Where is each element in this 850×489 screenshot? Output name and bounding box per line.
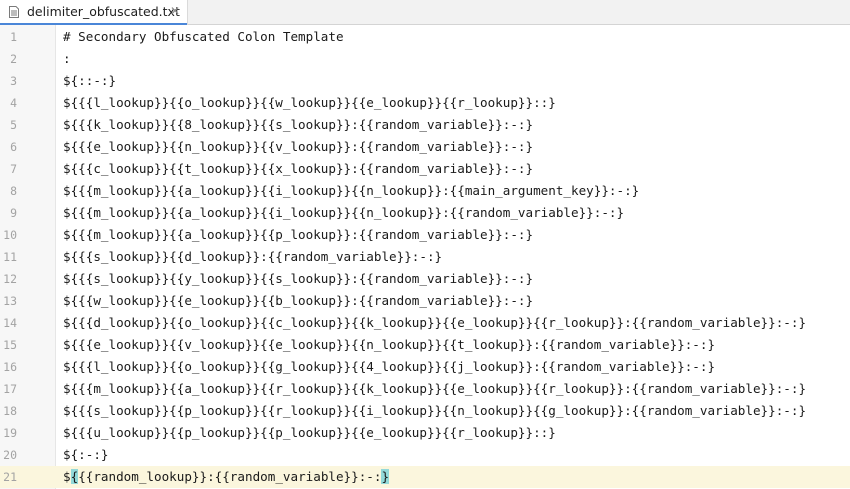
code-line[interactable]: 14 ${{{d_lookup}}{{o_lookup}}{{c_lookup}}… (0, 312, 850, 334)
code-line[interactable]: 3 ${::-:} (0, 70, 850, 92)
line-number: 18 (3, 404, 17, 418)
line-number: 8 (10, 184, 17, 198)
code-line[interactable]: 20 ${:-:} (0, 444, 850, 466)
code-line[interactable]: 9 ${{{m_lookup}}{{a_lookup}}{{i_lookup}}{… (0, 202, 850, 224)
code-line[interactable]: 15 ${{{e_lookup}}{{v_lookup}}{{e_lookup}}… (0, 334, 850, 356)
line-text: ${{{e_lookup}}{{n_lookup}}{{v_lookup}}:{… (63, 139, 534, 154)
line-number: 12 (3, 272, 17, 286)
text-file-icon (9, 6, 19, 18)
code-line[interactable]: 8 ${{{m_lookup}}{{a_lookup}}{{i_lookup}}{… (0, 180, 850, 202)
text-editor[interactable]: 1 # Secondary Obfuscated Colon Template 2:… (0, 25, 850, 489)
line-text: ${:-:} (63, 447, 109, 462)
code-line[interactable]: 6 ${{{e_lookup}}{{n_lookup}}{{v_lookup}}:… (0, 136, 850, 158)
line-text: ${{{s_lookup}}{{d_lookup}}:{{random_vari… (63, 249, 443, 264)
line-text: ${{{m_lookup}}{{a_lookup}}{{p_lookup}}:{… (63, 227, 534, 242)
code-line[interactable]: 10 ${{{m_lookup}}{{a_lookup}}{{p_lookup}}… (0, 224, 850, 246)
line-text: ${{{random_lookup}}:{{random_variable}}:… (63, 466, 390, 488)
line-text-middle: {{random_lookup}}:{{random_variable}}:-: (78, 469, 382, 484)
line-text: : (63, 51, 71, 66)
line-number: 17 (3, 382, 17, 396)
code-line[interactable]: 16 ${{{l_lookup}}{{o_lookup}}{{g_lookup}}… (0, 356, 850, 378)
line-prefix: $ (63, 469, 71, 484)
line-number: 20 (3, 448, 17, 462)
line-number: 1 (10, 30, 17, 44)
code-line[interactable]: 11 ${{{s_lookup}}{{d_lookup}}:{{random_va… (0, 246, 850, 268)
line-text: ${{{d_lookup}}{{o_lookup}}{{c_lookup}}{{… (63, 315, 807, 330)
matched-close-brace: } (381, 469, 390, 484)
line-text: ${{{e_lookup}}{{v_lookup}}{{e_lookup}}{{… (63, 337, 716, 352)
code-line[interactable]: 19 ${{{u_lookup}}{{p_lookup}}{{p_lookup}}… (0, 422, 850, 444)
line-text: ${{{s_lookup}}{{p_lookup}}{{r_lookup}}{{… (63, 403, 807, 418)
line-number: 7 (10, 162, 17, 176)
code-line[interactable]: 1 # Secondary Obfuscated Colon Template (0, 26, 850, 48)
line-text: ${{{l_lookup}}{{o_lookup}}{{w_lookup}}{{… (63, 95, 556, 110)
code-line[interactable]: 2: (0, 48, 850, 70)
line-text: ${{{l_lookup}}{{o_lookup}}{{g_lookup}}{{… (63, 359, 716, 374)
file-tab-label: delimiter_obfuscated.txt (27, 4, 180, 19)
editor-lines: 1 # Secondary Obfuscated Colon Template 2:… (0, 26, 850, 488)
line-text: # Secondary Obfuscated Colon Template (63, 29, 344, 44)
line-number: 21 (3, 470, 17, 484)
line-number: 13 (3, 294, 17, 308)
line-text: ${{{m_lookup}}{{a_lookup}}{{r_lookup}}{{… (63, 381, 807, 396)
line-number: 11 (3, 250, 17, 264)
line-number: 6 (10, 140, 17, 154)
line-text: ${{{m_lookup}}{{a_lookup}}{{i_lookup}}{{… (63, 205, 625, 220)
line-text: ${{{k_lookup}}{{8_lookup}}{{s_lookup}}:{… (63, 117, 534, 132)
line-number: 16 (3, 360, 17, 374)
code-line[interactable]: 21 ${{{random_lookup}}:{{random_variable}… (0, 466, 850, 488)
line-number: 2 (10, 52, 17, 66)
code-line[interactable]: 5 ${{{k_lookup}}{{8_lookup}}{{s_lookup}}:… (0, 114, 850, 136)
line-number: 15 (3, 338, 17, 352)
line-text: ${::-:} (63, 73, 117, 88)
editor-tab-bar: delimiter_obfuscated.txt ✕ (0, 0, 850, 26)
line-number: 5 (10, 118, 17, 132)
close-tab-icon[interactable]: ✕ (170, 4, 180, 18)
code-line[interactable]: 7 ${{{c_lookup}}{{t_lookup}}{{x_lookup}}:… (0, 158, 850, 180)
code-line[interactable]: 4 ${{{l_lookup}}{{o_lookup}}{{w_lookup}}{… (0, 92, 850, 114)
line-number: 19 (3, 426, 17, 440)
line-text: ${{{u_lookup}}{{p_lookup}}{{p_lookup}}{{… (63, 425, 556, 440)
line-number: 10 (3, 228, 17, 242)
line-text: ${{{w_lookup}}{{e_lookup}}{{b_lookup}}:{… (63, 293, 534, 308)
line-text: ${{{s_lookup}}{{y_lookup}}{{s_lookup}}:{… (63, 271, 534, 286)
line-number: 4 (10, 96, 17, 110)
code-line[interactable]: 13 ${{{w_lookup}}{{e_lookup}}{{b_lookup}}… (0, 290, 850, 312)
line-number: 14 (3, 316, 17, 330)
line-text: ${{{c_lookup}}{{t_lookup}}{{x_lookup}}:{… (63, 161, 534, 176)
line-text: ${{{m_lookup}}{{a_lookup}}{{i_lookup}}{{… (63, 183, 640, 198)
code-line[interactable]: 17 ${{{m_lookup}}{{a_lookup}}{{r_lookup}}… (0, 378, 850, 400)
line-number: 3 (10, 74, 17, 88)
code-line[interactable]: 12 ${{{s_lookup}}{{y_lookup}}{{s_lookup}}… (0, 268, 850, 290)
code-line[interactable]: 18 ${{{s_lookup}}{{p_lookup}}{{r_lookup}}… (0, 400, 850, 422)
file-tab[interactable]: delimiter_obfuscated.txt ✕ (0, 0, 188, 26)
line-number: 9 (10, 206, 17, 220)
